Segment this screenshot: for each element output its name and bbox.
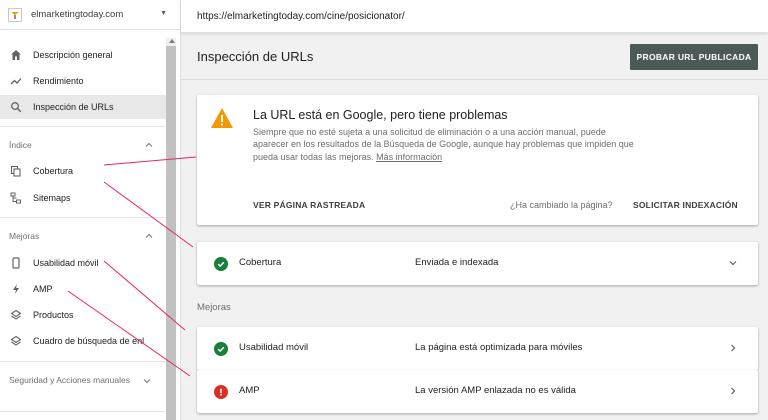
page-changed-question: ¿Ha cambiado la página? <box>510 200 613 210</box>
section-label: Índice <box>9 140 32 150</box>
trend-icon <box>9 74 23 88</box>
divider <box>0 361 166 362</box>
check-circle-icon <box>214 342 228 356</box>
index-status-card: La URL está en Google, pero tiene proble… <box>197 95 758 225</box>
sidebar-item-amp[interactable]: AMP <box>0 277 166 301</box>
chevron-down-icon[interactable] <box>142 376 152 386</box>
copy-icon <box>9 164 23 178</box>
chevron-right-icon[interactable] <box>728 343 738 353</box>
mobile-usability-row[interactable]: Usabilidad móvil La página está optimiza… <box>197 327 758 370</box>
sidebar-item-coverage[interactable]: Cobertura <box>0 159 166 183</box>
sidebar-item-products[interactable]: Productos <box>0 303 166 327</box>
check-circle-icon <box>214 257 228 271</box>
row-status: Enviada e indexada <box>415 257 499 268</box>
sidebar-item-mobile-usability[interactable]: Usabilidad móvil <box>0 251 166 275</box>
test-live-url-button[interactable]: PROBAR URL PUBLICADA <box>630 44 758 70</box>
sitemap-icon <box>9 191 23 205</box>
layers-icon <box>9 308 23 322</box>
sidebar-item-url-inspection[interactable]: Inspección de URLs <box>0 95 166 119</box>
sidebar-item-label: Sitemaps <box>33 193 71 203</box>
sidebar-item-sitemaps[interactable]: Sitemaps <box>0 186 166 210</box>
divider <box>0 411 166 412</box>
sidebar-item-label: Descripción general <box>33 50 113 60</box>
chevron-up-icon <box>145 142 153 147</box>
chevron-down-icon[interactable]: ▼ <box>160 10 167 17</box>
url-inspection-bar[interactable]: https://elmarketingtoday.com/cine/posici… <box>181 0 768 33</box>
sidebar-item-label: Usabilidad móvil <box>33 258 99 268</box>
scrollbar-thumb[interactable] <box>166 46 176 420</box>
sidebar-item-label: AMP <box>33 284 53 294</box>
row-name: AMP <box>239 385 260 396</box>
divider <box>181 79 768 80</box>
sidebar-item-label: Cuadro de búsqueda de enl <box>33 336 145 346</box>
request-indexing-button[interactable]: SOLICITAR INDEXACIÓN <box>633 200 738 210</box>
row-status: La versión AMP enlazada no es válida <box>415 385 576 396</box>
chevron-right-icon[interactable] <box>728 386 738 396</box>
divider <box>0 126 166 127</box>
section-header-index[interactable]: Índice <box>0 135 166 155</box>
sidebar-item-performance[interactable]: Rendimiento <box>0 69 166 93</box>
divider <box>0 217 166 218</box>
scroll-up-arrow-icon[interactable] <box>169 39 175 43</box>
row-name: Cobertura <box>239 257 282 268</box>
sidebar-item-overview[interactable]: Descripción general <box>0 43 166 67</box>
property-selector[interactable]: elmarketingtoday.com ▼ <box>0 0 180 30</box>
sidebar-item-label: Inspección de URLs <box>33 102 114 112</box>
section-label: Mejoras <box>9 231 40 241</box>
amp-row[interactable]: AMP La versión AMP enlazada no es válida <box>197 370 758 413</box>
bolt-icon <box>9 282 23 296</box>
sidebar-scrollbar[interactable] <box>166 38 176 420</box>
error-circle-icon <box>214 385 228 399</box>
sidebar-item-label: Productos <box>33 310 74 320</box>
search-icon <box>9 100 23 114</box>
layers-icon <box>9 334 23 348</box>
enhancements-heading: Mejoras <box>197 302 231 313</box>
property-name: elmarketingtoday.com <box>31 9 124 20</box>
chevron-down-icon[interactable] <box>728 258 738 268</box>
home-icon <box>9 48 23 62</box>
sidebar-item-label: Rendimiento <box>33 76 84 86</box>
section-header-enhancements[interactable]: Mejoras <box>0 226 166 246</box>
phone-icon <box>9 256 23 270</box>
row-name: Usabilidad móvil <box>239 342 309 353</box>
site-favicon-icon <box>8 7 22 22</box>
page-title: Inspección de URLs <box>197 49 314 64</box>
sidebar-item-sitelinks-searchbox[interactable]: Cuadro de búsqueda de enl <box>0 329 166 353</box>
sidebar: elmarketingtoday.com ▼ Descripción gener… <box>0 0 181 420</box>
inspected-url: https://elmarketingtoday.com/cine/posici… <box>197 10 405 22</box>
status-description: Siempre que no esté sujeta a una solicit… <box>253 126 638 163</box>
section-header-security[interactable]: Seguridad y Acciones manuales <box>9 373 149 387</box>
status-description-text: Siempre que no esté sujeta a una solicit… <box>253 127 634 162</box>
coverage-row[interactable]: Cobertura Enviada e indexada <box>197 242 758 285</box>
sidebar-item-label: Cobertura <box>33 166 74 176</box>
chevron-up-icon <box>145 233 153 238</box>
row-status: La página está optimizada para móviles <box>415 342 583 353</box>
more-info-link[interactable]: Más información <box>376 152 442 162</box>
warning-icon <box>211 108 233 128</box>
view-crawled-page-button[interactable]: VER PÁGINA RASTREADA <box>253 200 365 210</box>
status-title: La URL está en Google, pero tiene proble… <box>253 108 508 122</box>
